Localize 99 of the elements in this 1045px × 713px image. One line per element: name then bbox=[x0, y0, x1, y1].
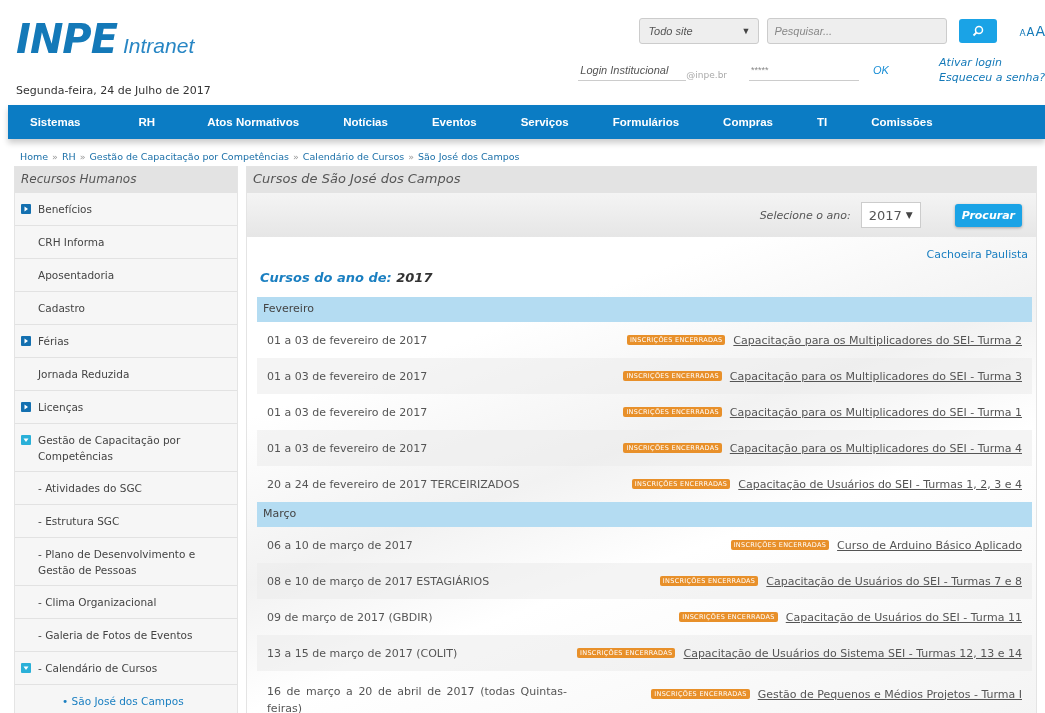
sidebar-item[interactable]: - Atividades do SGC bbox=[15, 472, 237, 505]
inpe-logo[interactable]: INPE Intranet bbox=[16, 16, 211, 62]
password-field[interactable]: ***** bbox=[749, 59, 860, 81]
sidebar-link[interactable]: - Estrutura SGC bbox=[38, 513, 120, 529]
sidebar-link[interactable]: Licenças bbox=[38, 399, 84, 415]
sidebar-link[interactable]: Benefícios bbox=[38, 201, 92, 217]
collapsed-arrow-icon[interactable] bbox=[21, 402, 31, 412]
course-link[interactable]: Capacitação de Usuários do SEI - Turmas 1, 2, 3 e 4 bbox=[738, 477, 1022, 491]
ok-link[interactable]: OK bbox=[867, 64, 932, 76]
sidebar-item[interactable]: - Calendário de Cursos bbox=[15, 652, 237, 685]
sidebar-item[interactable]: Férias bbox=[15, 325, 237, 358]
breadcrumb-link[interactable]: Gestão de Capacitação por Competências bbox=[89, 151, 290, 162]
nav-link[interactable]: Eventos bbox=[431, 116, 477, 128]
course-date: 06 a 10 de março de 2017 bbox=[267, 537, 413, 554]
sidebar-item[interactable]: - Clima Organizacional bbox=[15, 586, 237, 619]
search-field[interactable]: Pesquisar... bbox=[767, 18, 948, 44]
sidebar-link[interactable]: - Clima Organizacional bbox=[38, 594, 157, 610]
caret-icon: ▼ bbox=[741, 26, 751, 36]
sidebar-item[interactable]: Cadastro bbox=[15, 292, 237, 325]
sidebar-link[interactable]: Jornada Reduzida bbox=[38, 366, 130, 382]
breadcrumb-separator: » bbox=[293, 151, 299, 162]
nav-link[interactable]: Notícias bbox=[343, 116, 388, 128]
course-link[interactable]: Capacitação de Usuários do SEI - Turma 11 bbox=[785, 610, 1022, 624]
course-date: 01 a 03 de fevereiro de 2017 bbox=[267, 368, 428, 385]
scope-select[interactable]: Todo site ▼ bbox=[639, 18, 760, 44]
course-link[interactable]: Capacitação para os Multiplicadores do SEI - Turma 3 bbox=[729, 369, 1022, 383]
course-date: 16 de março a 20 de abril de 2017 (todas Quintas-feiras) bbox=[267, 684, 567, 713]
course-link[interactable]: Capacitação de Usuários do Sistema SEI - Turmas 12, 13 e 14 bbox=[683, 646, 1022, 660]
collapsed-arrow-icon[interactable] bbox=[21, 204, 31, 214]
course-date: 08 e 10 de março de 2017 ESTAGIÁRIOS bbox=[267, 573, 490, 590]
nav-link[interactable]: TI bbox=[816, 116, 828, 128]
nav-link[interactable]: Serviços bbox=[520, 116, 569, 128]
breadcrumb-separator: » bbox=[52, 151, 58, 162]
nav-link[interactable]: Formulários bbox=[612, 116, 680, 128]
sidebar-link[interactable]: • São José dos Campos bbox=[62, 693, 184, 709]
nav-link[interactable]: Comissões bbox=[871, 116, 933, 128]
sidebar-item[interactable]: Aposentadoria bbox=[15, 259, 237, 292]
year-heading: Cursos do ano de: 2017 bbox=[260, 270, 434, 285]
sidebar-item[interactable]: Jornada Reduzida bbox=[15, 358, 237, 391]
sidebar-link[interactable]: - Plano de Desenvolvimento e Gestão de Pessoas bbox=[38, 546, 233, 578]
nav-link[interactable]: Sistemas bbox=[30, 116, 81, 128]
course-date: 13 a 15 de março de 2017 (COLIT) bbox=[267, 645, 458, 662]
sidebar-item[interactable]: CRH Informa bbox=[15, 226, 237, 259]
course-date: 20 a 24 de fevereiro de 2017 TERCEIRIZADOS bbox=[267, 476, 520, 493]
sidebar-item[interactable]: Licenças bbox=[15, 391, 237, 424]
course-date: 09 de março de 2017 (GBDIR) bbox=[267, 609, 433, 626]
font-size-link[interactable]: A bbox=[1035, 23, 1045, 39]
breadcrumb-link[interactable]: Calendário de Cursos bbox=[302, 151, 405, 162]
course-link[interactable]: Gestão de Pequenos e Médios Projetos - Turma I bbox=[757, 687, 1022, 701]
sidebar-link[interactable]: - Calendário de Cursos bbox=[38, 660, 158, 676]
font-size-link[interactable]: A bbox=[1026, 25, 1035, 39]
course-link[interactable]: Capacitação para os Multiplicadores do SEI - Turma 4 bbox=[729, 441, 1022, 455]
font-size-link[interactable]: A bbox=[1019, 28, 1026, 38]
logo-word: Intranet bbox=[123, 34, 195, 58]
nav-link[interactable]: Compras bbox=[723, 116, 773, 128]
sidebar-item[interactable]: Benefícios bbox=[15, 193, 237, 226]
month-header: Março bbox=[257, 502, 1032, 527]
sidebar-item[interactable]: - Estrutura SGC bbox=[15, 505, 237, 538]
login-help-link[interactable]: Esqueceu a senha? bbox=[939, 71, 1045, 84]
content-title: Cursos de São José dos Campos bbox=[247, 167, 1036, 193]
breadcrumb-link[interactable]: Home bbox=[20, 151, 49, 162]
sidebar-item[interactable]: - Galeria de Fotos de Eventos bbox=[15, 619, 237, 652]
sidebar-link[interactable]: Aposentadoria bbox=[38, 267, 115, 283]
course-link[interactable]: Capacitação para os Multiplicadores do SEI- Turma 2 bbox=[733, 333, 1022, 347]
login-field[interactable]: Login Institucional bbox=[578, 59, 687, 81]
sidebar-title: Recursos Humanos bbox=[15, 167, 237, 193]
sidebar-link[interactable]: CRH Informa bbox=[38, 234, 105, 250]
breadcrumb-separator: » bbox=[79, 151, 86, 162]
course-link[interactable]: Capacitação para os Multiplicadores do SEI - Turma 1 bbox=[729, 405, 1022, 419]
course-date: 01 a 03 de fevereiro de 2017 bbox=[267, 404, 428, 421]
breadcrumb-separator: » bbox=[408, 151, 414, 162]
caret-icon: ▼ bbox=[905, 210, 913, 220]
sidebar-item[interactable]: - Plano de Desenvolvimento e Gestão de Pessoas bbox=[15, 538, 237, 586]
search-button[interactable] bbox=[959, 19, 998, 43]
domain-suffix: @inpe.br bbox=[686, 70, 728, 80]
course-link[interactable]: Curso de Arduino Básico Aplicado bbox=[837, 538, 1022, 552]
nav-link[interactable]: RH bbox=[138, 116, 156, 128]
login-help-link[interactable]: Ativar login bbox=[939, 56, 1045, 69]
year-select[interactable]: 2017 ▼ bbox=[860, 202, 921, 228]
breadcrumb-link[interactable]: RH bbox=[61, 151, 76, 162]
logo-mark: INPE bbox=[16, 16, 117, 62]
sidebar-item[interactable]: Gestão de Capacitação por Competências bbox=[15, 424, 237, 472]
collapsed-arrow-icon[interactable] bbox=[21, 336, 31, 346]
course-date: 01 a 03 de fevereiro de 2017 bbox=[267, 440, 428, 457]
search-icon bbox=[972, 25, 985, 37]
month-header: Fevereiro bbox=[257, 297, 1032, 322]
sidebar-link[interactable]: Férias bbox=[38, 333, 70, 349]
current-date: Segunda-feira, 24 de Julho de 2017 bbox=[16, 84, 211, 97]
sidebar-link[interactable]: - Galeria de Fotos de Eventos bbox=[38, 627, 193, 643]
sidebar-link[interactable]: Gestão de Capacitação por Competências bbox=[38, 432, 233, 464]
sidebar-link[interactable]: Cadastro bbox=[38, 300, 85, 316]
breadcrumb-link[interactable]: São José dos Campos bbox=[418, 151, 520, 162]
course-link[interactable]: Capacitação de Usuários do SEI - Turmas 7 e 8 bbox=[766, 574, 1022, 588]
sidebar-item[interactable]: • São José dos Campos bbox=[15, 685, 237, 713]
site-link[interactable]: Cachoeira Paulista bbox=[257, 248, 1032, 261]
year-label: Selecione o ano: bbox=[759, 208, 851, 222]
sidebar-link[interactable]: - Atividades do SGC bbox=[38, 480, 142, 496]
course-date: 01 a 03 de fevereiro de 2017 bbox=[267, 332, 428, 349]
nav-link[interactable]: Atos Normativos bbox=[207, 116, 300, 128]
